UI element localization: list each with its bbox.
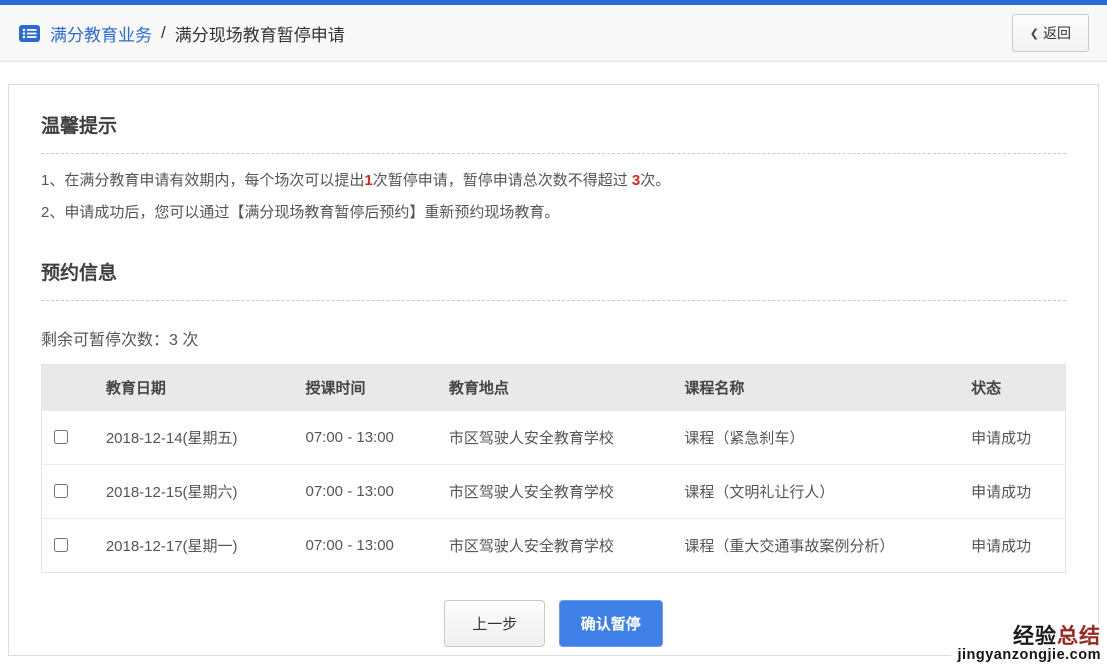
table-header-row: 教育日期 授课时间 教育地点 课程名称 状态 <box>42 365 1066 411</box>
action-buttons: 上一步 确认暂停 <box>41 600 1066 647</box>
cell-course: 课程（紧急刹车） <box>676 411 963 465</box>
breadcrumb: 满分教育业务 / 满分现场教育暂停申请 <box>18 21 345 46</box>
cell-date: 2018-12-14(星期五) <box>98 411 298 465</box>
select-column-header <box>42 365 98 411</box>
cell-date: 2018-12-15(星期六) <box>98 465 298 519</box>
column-header-date: 教育日期 <box>98 365 298 411</box>
tip-line-1: 1、在满分教育申请有效期内，每个场次可以提出1次暂停申请，暂停申请总次数不得超过… <box>41 170 1066 193</box>
breadcrumb-current-page: 满分现场教育暂停申请 <box>175 21 345 46</box>
watermark-domain: jingyanzongjie.com <box>957 648 1101 663</box>
watermark-brand-red: 总结 <box>1057 625 1101 648</box>
table-row: 2018-12-15(星期六) 07:00 - 13:00 市区驾驶人安全教育学… <box>42 465 1066 519</box>
cell-status: 申请成功 <box>963 519 1065 573</box>
tip1-text-post: 次。 <box>640 172 670 189</box>
column-header-status: 状态 <box>963 365 1065 411</box>
booking-section: 预约信息 剩余可暂停次数：3 次 教育日期 授课时间 教育地点 课程名称 状态 … <box>41 258 1066 573</box>
watermark-brand-black: 经验 <box>1013 625 1057 648</box>
menu-list-icon <box>18 22 41 45</box>
column-header-course: 课程名称 <box>676 365 963 411</box>
header-bar: 满分教育业务 / 满分现场教育暂停申请 ❮ 返回 <box>0 5 1107 62</box>
tips-list: 1、在满分教育申请有效期内，每个场次可以提出1次暂停申请，暂停申请总次数不得超过… <box>41 170 1066 224</box>
remaining-suspensions-text: 剩余可暂停次数：3 次 <box>41 326 1066 350</box>
tip-line-2: 2、申请成功后，您可以通过【满分现场教育暂停后预约】重新预约现场教育。 <box>41 202 1066 225</box>
breadcrumb-separator: / <box>161 23 166 43</box>
confirm-suspend-button[interactable]: 确认暂停 <box>559 600 663 647</box>
cell-location: 市区驾驶人安全教育学校 <box>441 411 677 465</box>
cell-course: 课程（文明礼让行人） <box>676 465 963 519</box>
chevron-left-icon: ❮ <box>1030 27 1039 40</box>
breadcrumb-section[interactable]: 满分教育业务 <box>50 21 152 46</box>
booking-section-title: 预约信息 <box>41 258 1066 301</box>
column-header-location: 教育地点 <box>441 365 677 411</box>
cell-status: 申请成功 <box>963 465 1065 519</box>
cell-status: 申请成功 <box>963 411 1065 465</box>
watermark-brand: 经验总结 <box>957 626 1101 648</box>
booking-table: 教育日期 授课时间 教育地点 课程名称 状态 2018-12-14(星期五) 0… <box>41 364 1066 573</box>
back-button[interactable]: ❮ 返回 <box>1012 14 1089 52</box>
cell-time: 07:00 - 13:00 <box>297 465 440 519</box>
tips-section-title: 温馨提示 <box>41 111 1066 154</box>
tip1-text-pre: 1、在满分教育申请有效期内，每个场次可以提出 <box>41 172 364 189</box>
table-row: 2018-12-14(星期五) 07:00 - 13:00 市区驾驶人安全教育学… <box>42 411 1066 465</box>
previous-step-button[interactable]: 上一步 <box>444 600 545 647</box>
tip1-highlight-1: 1 <box>364 172 372 189</box>
cell-course: 课程（重大交通事故案例分析） <box>676 519 963 573</box>
table-row: 2018-12-17(星期一) 07:00 - 13:00 市区驾驶人安全教育学… <box>42 519 1066 573</box>
row-checkbox[interactable] <box>54 538 68 552</box>
watermark: 经验总结 jingyanzongjie.com <box>951 624 1103 663</box>
column-header-time: 授课时间 <box>297 365 440 411</box>
cell-time: 07:00 - 13:00 <box>297 519 440 573</box>
tip1-highlight-3: 3 <box>632 172 640 189</box>
row-checkbox[interactable] <box>54 430 68 444</box>
cell-time: 07:00 - 13:00 <box>297 411 440 465</box>
cell-location: 市区驾驶人安全教育学校 <box>441 465 677 519</box>
tip1-text-mid: 次暂停申请，暂停申请总次数不得超过 <box>373 172 632 189</box>
cell-date: 2018-12-17(星期一) <box>98 519 298 573</box>
back-button-label: 返回 <box>1043 23 1071 43</box>
cell-location: 市区驾驶人安全教育学校 <box>441 519 677 573</box>
row-checkbox[interactable] <box>54 484 68 498</box>
main-panel: 温馨提示 1、在满分教育申请有效期内，每个场次可以提出1次暂停申请，暂停申请总次… <box>8 84 1099 656</box>
